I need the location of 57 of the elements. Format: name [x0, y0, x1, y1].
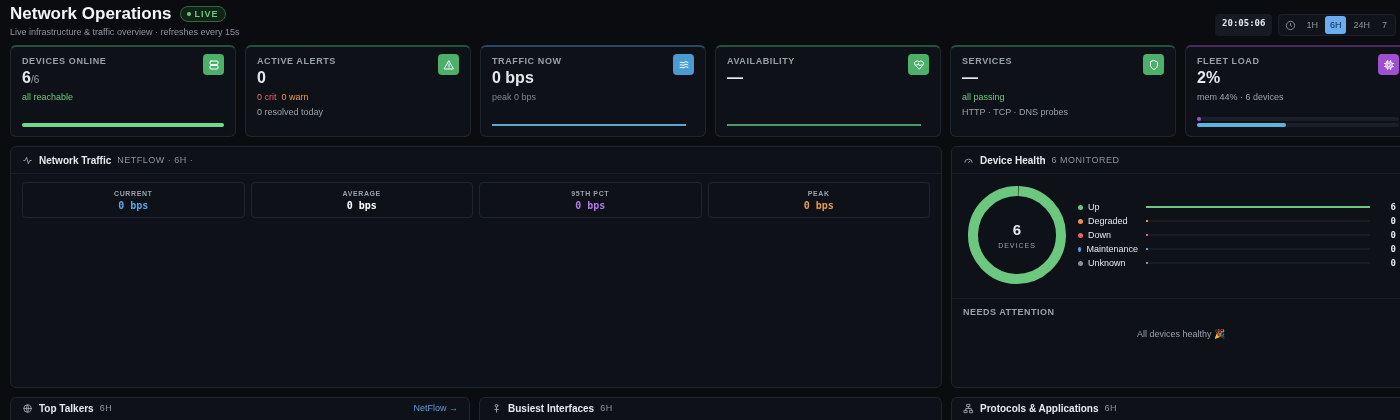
time-range-tab[interactable]: 1H [1301, 16, 1323, 34]
stat-value: 0 bps [346, 199, 377, 211]
status-label: Unknown [1088, 258, 1126, 268]
kpi-label: SERVICES [962, 56, 1014, 66]
kpi-detail: all passing [962, 92, 1005, 102]
kpi-value: 6 [22, 69, 31, 87]
panel-meta: NETFLOW · 6H · [117, 155, 194, 165]
status-count: 0 [1389, 244, 1396, 254]
panel-title: Device Health [980, 154, 1046, 166]
kpi-value: 2% [1197, 69, 1221, 87]
panel-meta: 6H [1104, 403, 1118, 413]
kpi-label: ACTIVE ALERTS [257, 56, 337, 66]
kpi-total: /6 [30, 74, 40, 85]
kpi-label: TRAFFIC NOW [492, 56, 563, 66]
time-range-tab[interactable]: 24H [1348, 16, 1375, 34]
page-title: Network Operations [10, 4, 172, 24]
status-label: Down [1088, 230, 1111, 240]
netflow-link[interactable]: NetFlow → [413, 403, 458, 413]
page-subtitle: Live infrastructure & traffic overview · refreshes every 15s [10, 27, 240, 37]
kpi-detail: all reachable [22, 92, 74, 102]
panel-meta: 6H [99, 403, 113, 413]
status-count: 0 [1389, 258, 1396, 268]
kpi-detail: HTTP · TCP · DNS probes [962, 107, 1069, 117]
time-range-tab[interactable]: 6H [1324, 16, 1347, 34]
panel-title: Network Traffic [39, 154, 112, 166]
clock: 20:05:06 [1215, 14, 1273, 36]
status-label: Degraded [1088, 216, 1128, 226]
kpi-label: AVAILABILITY [727, 56, 796, 66]
status-count: 6 [1389, 202, 1396, 212]
device-total: 6 [1012, 221, 1022, 238]
kpi-value: — [727, 69, 743, 87]
kpi-label: FLEET LOAD [1197, 56, 1261, 66]
live-badge: LIVE [179, 6, 226, 22]
panel-meta: 6 MONITORED [1051, 155, 1120, 165]
kpi-value: 0 bps [492, 69, 534, 87]
kpi-value: 0 [257, 69, 266, 87]
stat-value: 0 bps [575, 199, 606, 211]
status-label: Maintenance [1086, 244, 1138, 254]
kpi-value: — [962, 69, 978, 87]
stat-value: 0 bps [803, 199, 834, 211]
status-label: Up [1088, 202, 1100, 212]
section-title: NEEDS ATTENTION [963, 307, 1056, 317]
panel-title: Busiest Interfaces [508, 402, 595, 414]
kpi-detail: mem 44% · 6 devices [1197, 92, 1284, 102]
panel-title: Top Talkers [39, 402, 94, 414]
kpi-detail: 0 crit [257, 92, 277, 102]
kpi-label: DEVICES ONLINE [22, 56, 108, 66]
kpi-detail: 0 resolved today [257, 107, 324, 117]
stat-value: 0 bps [118, 199, 149, 211]
kpi-detail: peak 0 bps [492, 92, 537, 102]
status-count: 0 [1389, 230, 1396, 240]
empty-message: All devices healthy 🎉 [1135, 329, 1226, 339]
panel-meta: 6H [600, 403, 613, 413]
panel-title: Protocols & Applications [980, 402, 1099, 414]
kpi-detail: 0 warn [281, 92, 309, 102]
status-count: 0 [1389, 216, 1396, 226]
time-range-tab[interactable]: 7 [1377, 16, 1392, 34]
